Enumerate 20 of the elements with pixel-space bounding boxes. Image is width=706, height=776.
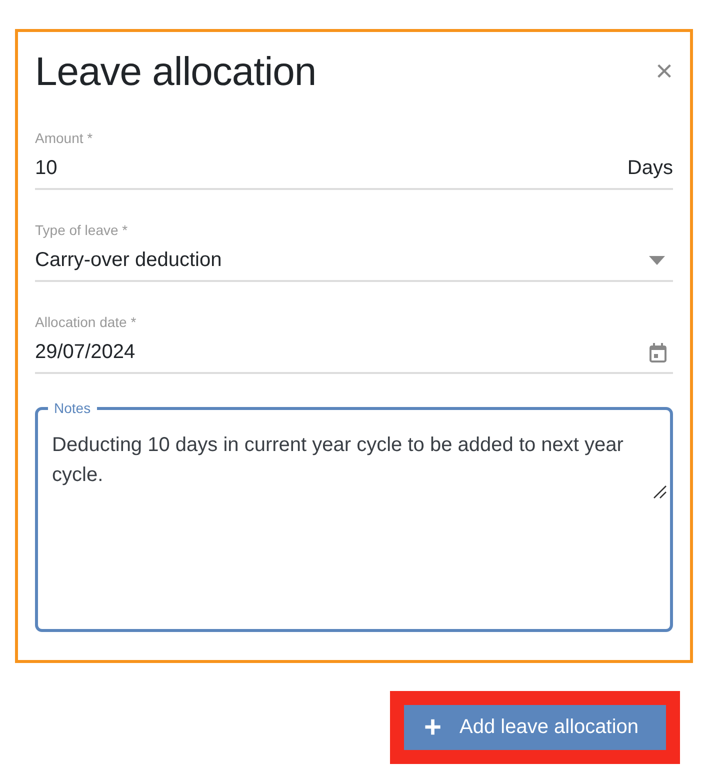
field-value: Carry-over deduction <box>35 249 222 272</box>
date-field[interactable]: Allocation date * 29/07/2024 <box>35 314 673 374</box>
unit-label: Days <box>627 157 673 180</box>
field-value: 29/07/2024 <box>35 341 136 364</box>
field-value: Deducting 10 days in current year cycle to be added to next year cycle. <box>52 433 624 488</box>
add-button[interactable]: + Add leave allocation <box>404 705 666 750</box>
calendar-icon[interactable] <box>649 342 667 362</box>
field-label: Allocation date * <box>35 314 138 330</box>
field-label: Type of leave * <box>35 222 129 238</box>
field-label: Amount * <box>35 130 94 146</box>
dialog-title: Leave allocation <box>35 50 316 94</box>
close-button[interactable]: × <box>655 57 673 87</box>
input-field[interactable]: Amount * 10 Days <box>35 130 673 190</box>
resize-handle-icon[interactable] <box>653 485 667 499</box>
select-field[interactable]: Type of leave * Carry-over deduction <box>35 222 673 282</box>
notes-field[interactable]: Notes Deducting 10 days in current year cycle to be added to next year cycle. <box>35 400 673 632</box>
caret-icon[interactable] <box>649 256 665 265</box>
field-value: 10 <box>35 157 58 180</box>
field-label: Notes <box>53 400 92 416</box>
plus-icon: + <box>424 712 442 742</box>
